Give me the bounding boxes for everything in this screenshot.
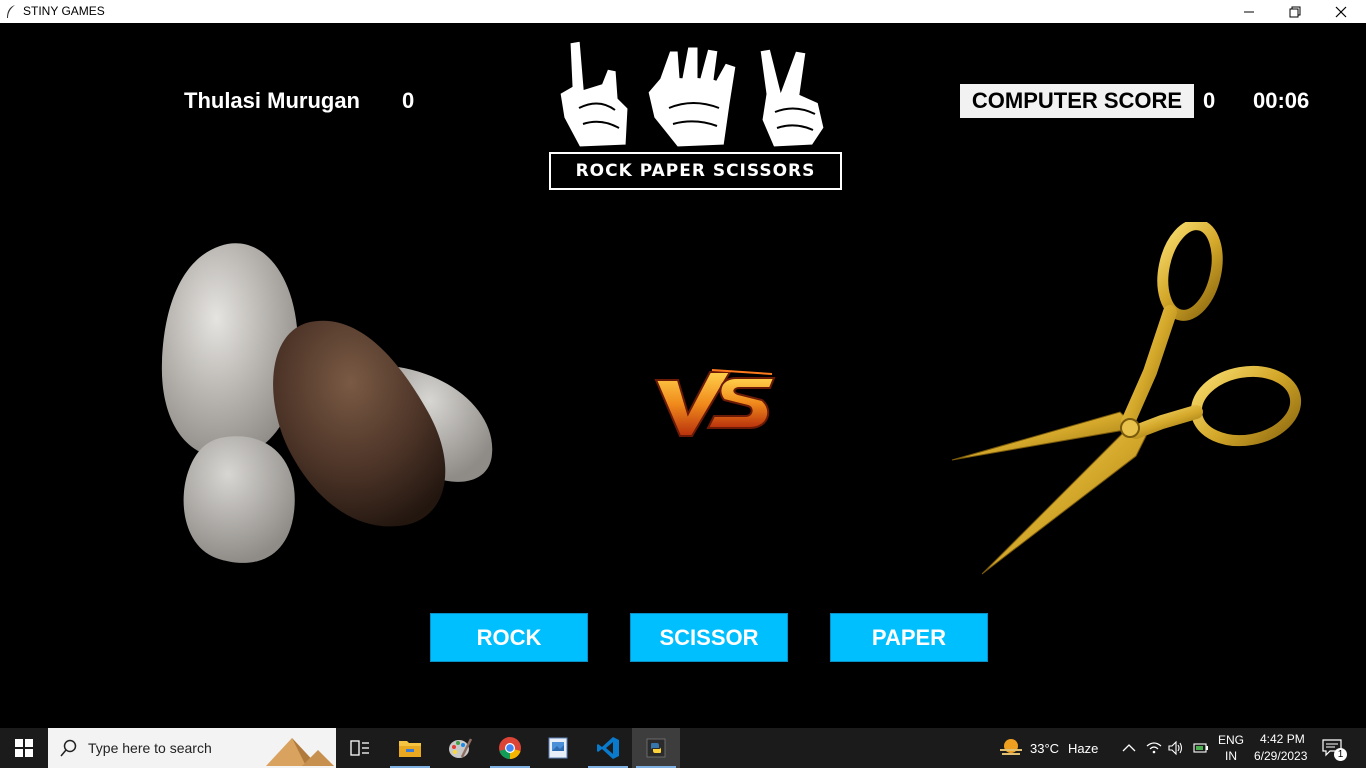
wifi-icon[interactable]	[1146, 741, 1162, 755]
battery-icon[interactable]	[1193, 741, 1209, 755]
search-placeholder: Type here to search	[88, 740, 212, 756]
computer-score: 0	[1203, 88, 1216, 113]
game-logo: ROCK PAPER SCISSORS	[549, 38, 842, 190]
vs-text: VS	[652, 362, 673, 366]
taskbar: Type here to search 33°C Haze ENG IN 4:4…	[0, 728, 1366, 768]
windows-icon	[15, 739, 33, 757]
task-view-icon	[350, 740, 369, 756]
logo-banner: ROCK PAPER SCISSORS	[549, 152, 842, 190]
timer: 00:06	[1253, 88, 1310, 113]
pyramids-icon	[266, 738, 334, 766]
rock-image	[161, 243, 493, 563]
hands-logo-icon	[557, 38, 827, 150]
rock-button[interactable]: ROCK	[430, 613, 588, 662]
python-icon	[646, 738, 666, 758]
close-button[interactable]	[1318, 0, 1364, 23]
restore-icon	[1289, 6, 1301, 17]
weather-condition[interactable]: Haze	[1068, 741, 1098, 756]
logo-text: ROCK PAPER SCISSORS	[575, 161, 816, 181]
paper-button[interactable]: PAPER	[830, 613, 988, 662]
restore-button[interactable]	[1272, 0, 1318, 23]
player-name: Thulasi Murugan	[184, 88, 360, 113]
clock-time[interactable]: 4:42 PM	[1260, 732, 1305, 746]
taskbar-chrome[interactable]	[486, 728, 534, 768]
start-button[interactable]	[0, 728, 48, 768]
window-titlebar: STINY GAMES	[0, 0, 1366, 23]
clock-date[interactable]: 6/29/2023	[1254, 749, 1307, 763]
language-region[interactable]: IN	[1225, 749, 1237, 763]
notification-badge: 1	[1334, 748, 1347, 761]
computer-score-label: COMPUTER SCORE	[960, 84, 1194, 118]
vscode-icon	[597, 737, 619, 759]
close-icon	[1335, 6, 1347, 17]
weather-haze-icon	[1000, 739, 1022, 755]
scissor-button[interactable]: SCISSOR	[630, 613, 788, 662]
notification-button[interactable]: 1	[1318, 736, 1347, 762]
photos-icon	[548, 737, 568, 759]
taskbar-search[interactable]: Type here to search	[48, 728, 336, 768]
vs-icon: VS	[652, 362, 776, 437]
file-explorer-icon	[399, 741, 421, 757]
taskbar-file-explorer[interactable]	[386, 728, 434, 768]
volume-icon[interactable]	[1168, 741, 1184, 755]
scissors-image	[951, 222, 1302, 575]
paint-icon	[449, 738, 472, 758]
taskbar-python[interactable]	[632, 728, 680, 768]
task-view-button[interactable]	[336, 728, 384, 768]
feather-icon	[7, 5, 15, 18]
minimize-button[interactable]	[1226, 0, 1272, 23]
player-score: 0	[402, 88, 415, 113]
taskbar-vscode[interactable]	[584, 728, 632, 768]
taskbar-photos[interactable]	[534, 728, 582, 768]
taskbar-paint[interactable]	[436, 728, 484, 768]
minimize-icon	[1244, 11, 1254, 12]
language-code[interactable]: ENG	[1218, 733, 1244, 747]
search-icon	[60, 739, 77, 757]
weather-temp[interactable]: 33°C	[1030, 741, 1059, 756]
chevron-up-icon[interactable]	[1122, 743, 1136, 753]
window-title: STINY GAMES	[23, 4, 105, 18]
chrome-icon	[499, 737, 521, 759]
